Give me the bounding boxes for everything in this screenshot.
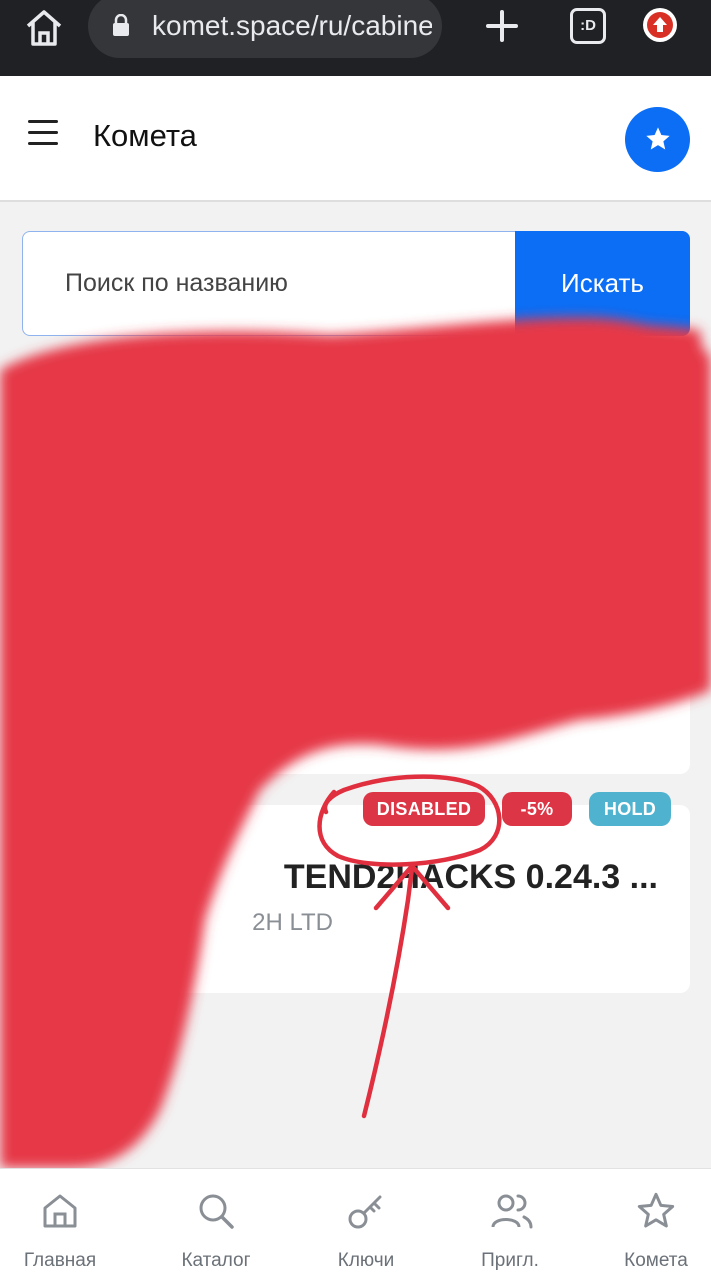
extension-icon[interactable]: [643, 8, 677, 42]
favorites-button[interactable]: [625, 107, 690, 172]
nav-label: Каталог: [181, 1250, 251, 1271]
url-text: komet.space/ru/cabinet: [152, 10, 432, 41]
home-icon[interactable]: [22, 6, 66, 50]
hamburger-menu-icon[interactable]: [28, 120, 58, 146]
app-header: Комета: [0, 76, 711, 202]
browser-toolbar: komet.space/ru/cabinet :D: [0, 0, 711, 76]
users-icon: [491, 1194, 533, 1229]
lock-icon: [113, 14, 129, 36]
status-badge-disabled: DISABLED: [363, 792, 485, 826]
nav-item-kometa[interactable]: Комета: [596, 1169, 711, 1281]
key-icon: [348, 1195, 382, 1229]
nav-item-invites[interactable]: Пригл.: [450, 1169, 570, 1281]
product-card[interactable]: [22, 680, 690, 774]
home-icon: [43, 1194, 77, 1228]
nav-item-catalog[interactable]: Каталог: [156, 1169, 276, 1281]
search-button[interactable]: Искать: [515, 231, 690, 336]
address-bar[interactable]: komet.space/ru/cabinet: [88, 0, 442, 58]
product-title: TEND2HACKS 0.24.3 ...: [283, 858, 658, 896]
bottom-navigation: Главная Каталог Ключи Пригл. Комета: [0, 1168, 711, 1281]
search-icon: [199, 1194, 234, 1229]
product-card[interactable]: DISABLED -5% HOLD TEND2HACKS 0.24.3 ... …: [22, 792, 690, 993]
nav-item-home[interactable]: Главная: [0, 1169, 120, 1281]
nav-label: Комета: [624, 1250, 688, 1271]
star-icon: [637, 1192, 675, 1228]
tab-switcher-button[interactable]: :D: [570, 8, 606, 44]
discount-badge: -5%: [502, 792, 572, 826]
nav-label: Ключи: [337, 1250, 395, 1271]
status-badge-hold: HOLD: [589, 792, 671, 826]
star-icon: [646, 127, 670, 150]
search-input[interactable]: [22, 231, 516, 336]
nav-label: Пригл.: [481, 1250, 539, 1271]
page-title: Комета: [93, 118, 197, 153]
new-tab-icon[interactable]: [482, 6, 522, 46]
product-vendor: 2H LTD: [252, 909, 333, 936]
nav-item-keys[interactable]: Ключи: [306, 1169, 426, 1281]
nav-label: Главная: [23, 1250, 97, 1271]
